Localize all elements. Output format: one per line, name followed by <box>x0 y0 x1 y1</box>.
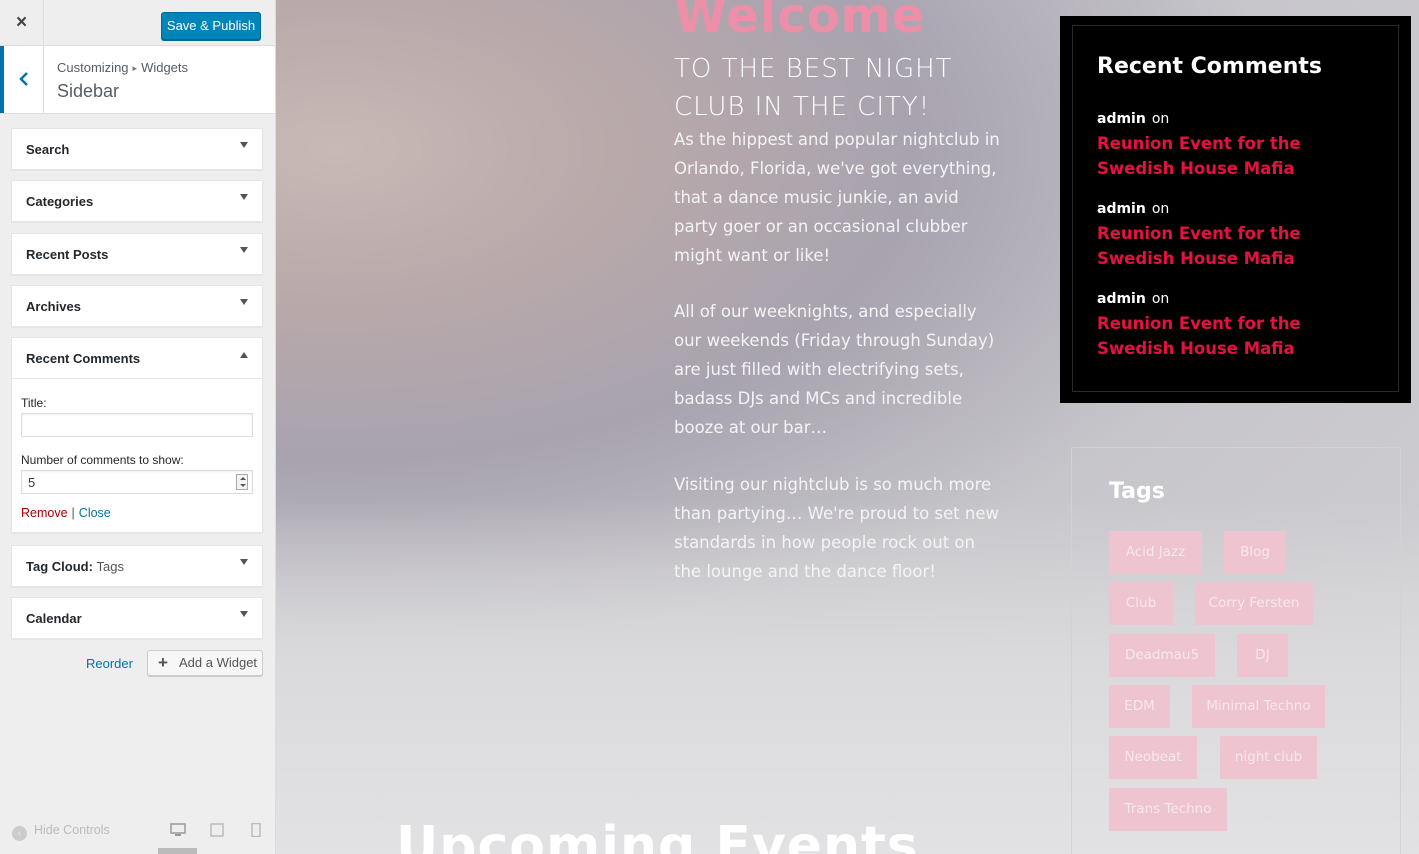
expand-arrow-icon[interactable] <box>240 611 248 617</box>
customizer-footer: ‹ Hide Controls <box>0 812 275 854</box>
mobile-preview-icon[interactable] <box>248 823 264 837</box>
breadcrumb-separator: ▸ <box>132 63 138 73</box>
title-input[interactable] <box>21 413 253 437</box>
comment-author[interactable]: admin <box>1097 291 1146 307</box>
widget-title-tag-cloud-prefix: Tag Cloud: <box>26 559 93 574</box>
widget-recent-comments: Recent Comments Title: Number of comment… <box>11 337 263 533</box>
collapse-icon: ‹ <box>12 826 27 841</box>
widget-title-tag-cloud-sub: Tags <box>96 559 125 574</box>
number-field-wrap <box>21 470 253 494</box>
breadcrumb-customizing: Customizing <box>57 60 129 75</box>
welcome-heading: Welcome <box>674 0 926 44</box>
widget-title-recent-posts: Recent Posts <box>26 247 109 262</box>
comment-on: on <box>1151 201 1170 217</box>
close-link[interactable]: Close <box>79 506 111 520</box>
customizer-panel: × Save & Publish Customizing ▸ Widgets Sid… <box>0 0 276 854</box>
tag-link[interactable]: Trans Techno <box>1109 788 1227 831</box>
expand-arrow-icon[interactable] <box>240 142 248 148</box>
expand-arrow-icon[interactable] <box>240 247 248 253</box>
widget-calendar[interactable]: Calendar <box>11 597 263 639</box>
expand-arrow-icon[interactable] <box>240 299 248 305</box>
number-stepper[interactable] <box>236 474 248 490</box>
site-preview: Welcome TO THE BEST NIGHT CLUB IN THE CI… <box>276 0 1419 854</box>
expand-arrow-icon[interactable] <box>240 194 248 200</box>
comment-item: admin on Reunion Event for the Swedish Ho… <box>1097 108 1357 181</box>
widget-title-archives: Archives <box>26 299 81 314</box>
comment-author[interactable]: admin <box>1097 111 1146 127</box>
comment-post-link[interactable]: Reunion Event for the Swedish House Mafi… <box>1097 221 1357 271</box>
welcome-subheading: TO THE BEST NIGHT CLUB IN THE CITY! <box>674 54 953 122</box>
tag-link[interactable]: Minimal Techno <box>1192 685 1325 728</box>
add-widget-label: Add a Widget <box>179 655 258 670</box>
widget-title-calendar: Calendar <box>26 611 82 626</box>
widget-title-recent-comments: Recent Comments <box>26 351 141 366</box>
chevron-left-icon <box>18 72 28 87</box>
close-customizer-button[interactable]: × <box>0 0 44 46</box>
number-label: Number of comments to show: <box>21 453 184 467</box>
section-header: Customizing ▸ Widgets Sidebar <box>0 46 275 114</box>
comment-on: on <box>1151 291 1170 307</box>
tag-link[interactable]: Acid Jazz <box>1109 531 1202 574</box>
section-title: Sidebar <box>57 81 120 101</box>
widget-categories[interactable]: Categories <box>11 180 263 222</box>
widget-search[interactable]: Search <box>11 128 263 170</box>
widget-recent-posts[interactable]: Recent Posts <box>11 233 263 275</box>
customizer-header: × Save & Publish <box>0 0 275 46</box>
comment-item: admin on Reunion Event for the Swedish Ho… <box>1097 288 1357 361</box>
comment-author[interactable]: admin <box>1097 201 1146 217</box>
tag-link[interactable]: Corry Fersten <box>1195 582 1313 625</box>
back-button[interactable] <box>0 46 44 113</box>
widget-form: Title: Number of comments to show: Remov… <box>12 378 262 532</box>
tag-link[interactable]: Blog <box>1224 531 1286 574</box>
intro-paragraph-2: All of our weeknights, and especially ou… <box>674 302 995 437</box>
tags-title: Tags <box>1109 479 1165 504</box>
save-publish-button[interactable]: Save & Publish <box>161 12 261 40</box>
reorder-link[interactable]: Reorder <box>86 656 133 671</box>
comment-item: admin on Reunion Event for the Swedish Ho… <box>1097 198 1357 271</box>
title-label: Title: <box>21 396 47 410</box>
collapse-arrow-icon[interactable] <box>240 352 248 358</box>
desktop-preview-icon[interactable] <box>170 823 186 837</box>
widget-actions: Remove | Close <box>21 506 111 520</box>
action-separator: | <box>71 506 75 520</box>
intro-paragraph-3: Visiting our nightclub is so much more t… <box>674 475 999 581</box>
recent-comments-widget: Recent Comments admin on Reunion Event fo… <box>1060 16 1411 403</box>
device-active-indicator <box>158 848 197 854</box>
breadcrumb: Customizing ▸ Widgets <box>57 60 188 75</box>
widget-title-categories: Categories <box>26 194 94 209</box>
hide-controls-label: Hide Controls <box>34 823 110 837</box>
number-input[interactable] <box>21 470 253 494</box>
comment-post-link[interactable]: Reunion Event for the Swedish House Mafi… <box>1097 131 1357 181</box>
widget-title-search: Search <box>26 142 70 157</box>
tag-link[interactable]: night club <box>1220 736 1317 779</box>
widget-recent-comments-header[interactable]: Recent Comments <box>12 338 262 378</box>
breadcrumb-widgets: Widgets <box>141 60 189 75</box>
add-widget-button[interactable]: + Add a Widget <box>147 650 263 676</box>
remove-link[interactable]: Remove <box>21 506 68 520</box>
recent-comments-title: Recent Comments <box>1097 54 1322 79</box>
tag-link[interactable]: EDM <box>1109 685 1170 728</box>
expand-arrow-icon[interactable] <box>240 559 248 565</box>
comment-on: on <box>1151 111 1170 127</box>
tag-link[interactable]: Deadmau5 <box>1109 634 1215 677</box>
widget-archives[interactable]: Archives <box>11 285 263 327</box>
plus-icon: + <box>158 653 168 672</box>
widget-tag-cloud[interactable]: Tag Cloud: Tags <box>11 545 263 587</box>
comment-post-link[interactable]: Reunion Event for the Swedish House Mafi… <box>1097 311 1357 361</box>
widget-title-tag-cloud: Tag Cloud: Tags <box>26 559 124 574</box>
intro-paragraph-1: As the hippest and popular nightclub in … <box>674 130 1000 265</box>
tag-link[interactable]: DJ <box>1237 634 1288 677</box>
tag-link[interactable]: Club <box>1109 582 1173 625</box>
upcoming-events-heading: Upcoming Events <box>396 816 919 854</box>
tablet-preview-icon[interactable] <box>209 823 225 837</box>
tag-link[interactable]: Neobeat <box>1109 736 1197 779</box>
hide-controls-button[interactable]: ‹ Hide Controls <box>12 823 110 841</box>
